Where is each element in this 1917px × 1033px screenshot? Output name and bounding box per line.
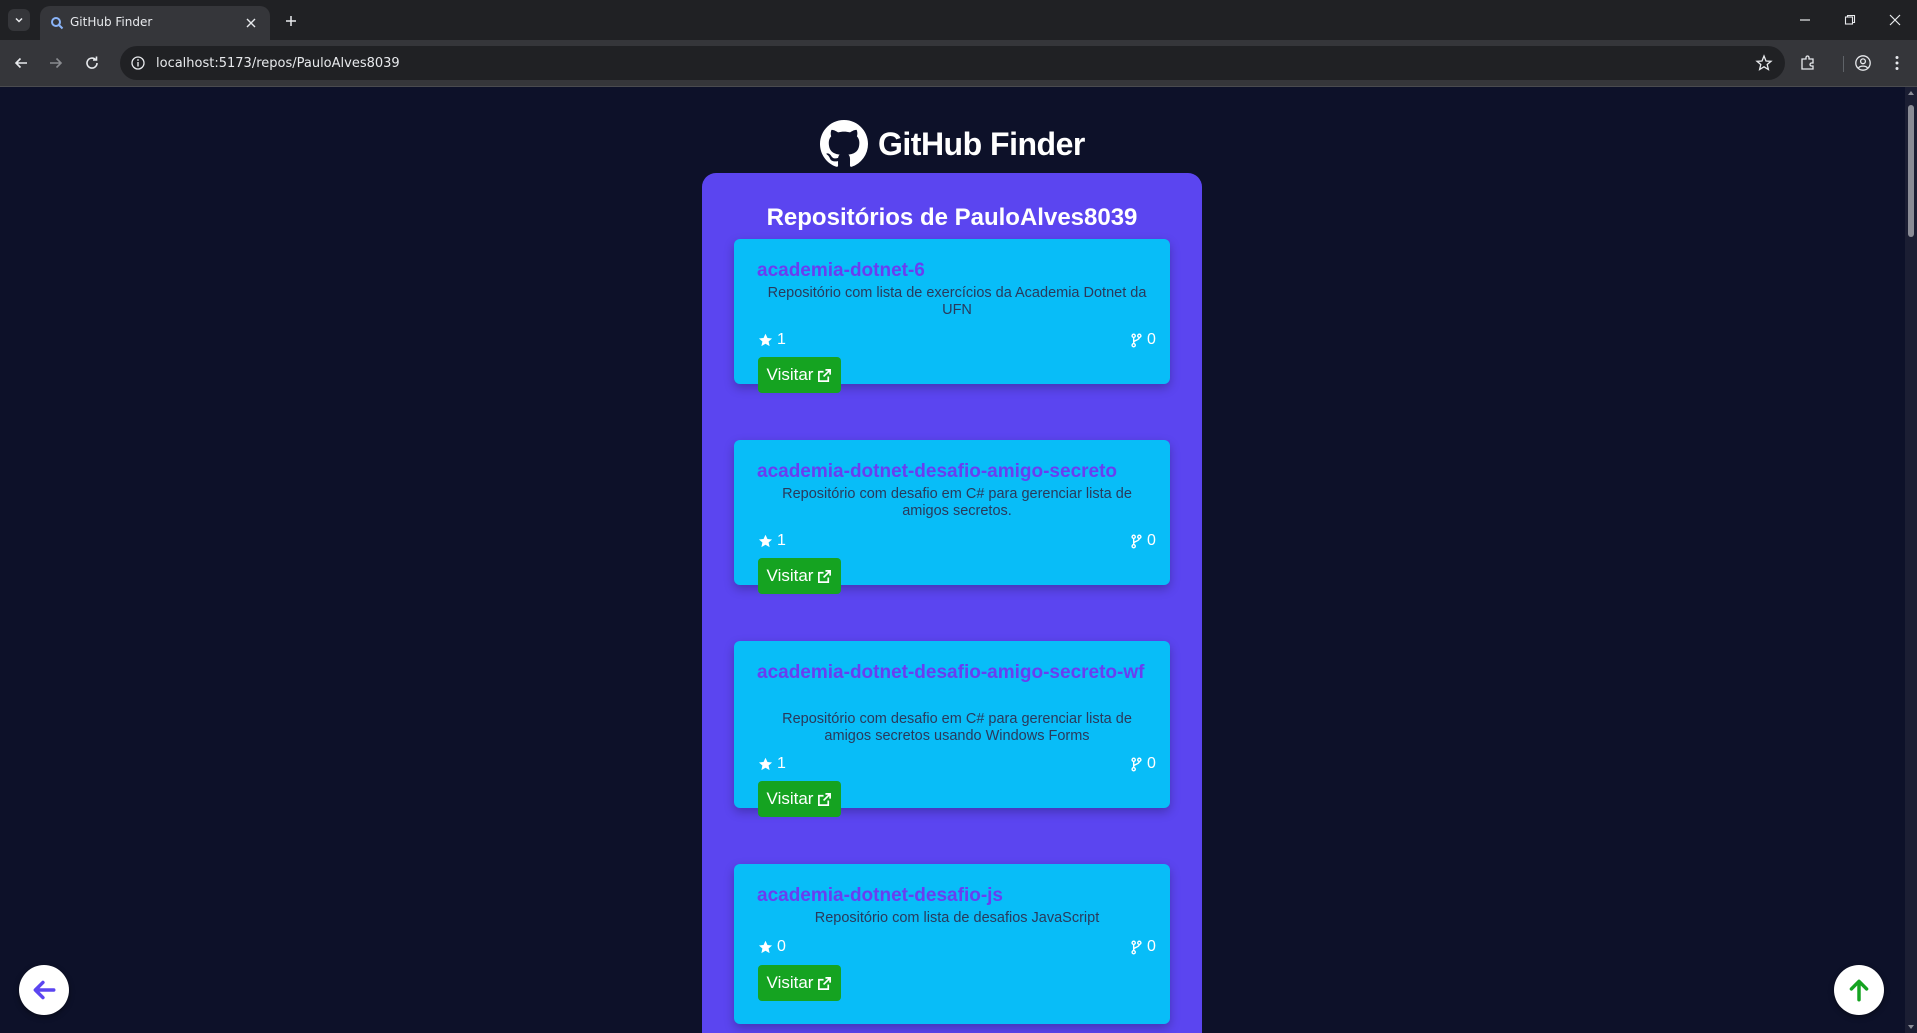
fork-icon: [1131, 534, 1142, 548]
reload-icon: [86, 56, 98, 69]
repo-name[interactable]: academia-dotnet-desafio-js: [757, 884, 1157, 907]
forks-count: 0: [1130, 532, 1156, 550]
forks-count: 0: [1130, 938, 1156, 956]
repo-card: academia-dotnet-6 Repositório com lista …: [734, 239, 1170, 393]
back-fab-button[interactable]: [19, 965, 69, 1015]
bookmark-star-icon[interactable]: [1755, 54, 1773, 72]
chevron-down-icon: [15, 17, 23, 23]
repo-description: Repositório com lista de desafios JavaSc…: [814, 910, 1100, 926]
external-link-icon: [818, 976, 832, 990]
stars-value: 1: [777, 331, 786, 348]
close-icon: [246, 18, 256, 28]
repo-name[interactable]: academia-dotnet-desafio-amigo-secreto-wf: [757, 661, 1157, 684]
scroll-down-arrow-icon[interactable]: [1907, 1023, 1915, 1031]
github-icon: [820, 120, 868, 167]
repo-card: academia-dotnet-desafio-js Repositório c…: [734, 864, 1170, 1024]
repo-description: Repositório com lista de exercícios da A…: [767, 285, 1147, 318]
profile-button[interactable]: [1852, 52, 1874, 74]
close-icon: [1889, 14, 1901, 26]
arrow-right-icon: [50, 57, 63, 69]
external-link-icon: [818, 368, 832, 382]
scroll-top-button[interactable]: [1834, 965, 1884, 1015]
scrollbar-thumb[interactable]: [1908, 105, 1914, 237]
fork-icon: [1131, 333, 1142, 347]
browser-tab[interactable]: GitHub Finder: [40, 6, 270, 40]
url-text[interactable]: localhost:5173/repos/PauloAlves8039: [156, 56, 400, 71]
restore-button[interactable]: [1838, 8, 1862, 32]
repos-heading: Repositórios de PauloAlves8039: [766, 204, 1138, 231]
visit-button[interactable]: Visitar: [758, 965, 841, 1001]
forks-value: 0: [1147, 331, 1156, 348]
stars-count: 1: [758, 755, 786, 773]
fork-icon: [1131, 757, 1142, 771]
forks-value: 0: [1147, 755, 1156, 772]
visit-label: Visitar: [766, 566, 814, 585]
visit-button[interactable]: Visitar: [758, 781, 841, 817]
plus-icon: [286, 16, 296, 26]
site-info-icon[interactable]: [130, 55, 146, 71]
browser-chrome: GitHub Finder localhost:5173/repos/Paulo…: [0, 0, 1917, 87]
repo-name[interactable]: academia-dotnet-6: [757, 259, 1157, 282]
kebab-menu-icon: [1895, 56, 1899, 70]
forks-count: 0: [1130, 331, 1156, 349]
tab-title: GitHub Finder: [70, 15, 153, 29]
browser-toolbar: localhost:5173/repos/PauloAlves8039: [0, 40, 1917, 87]
app-title: GitHub Finder: [878, 125, 1085, 162]
browser-menu-button[interactable]: [1886, 52, 1908, 74]
arrow-up-icon: [1849, 979, 1869, 1002]
back-button[interactable]: [8, 50, 34, 76]
stars-count: 1: [758, 532, 786, 550]
forks-count: 0: [1130, 755, 1156, 773]
stars-value: 1: [777, 755, 786, 772]
fork-icon: [1131, 940, 1142, 954]
repo-description: Repositório com desafio em C# para geren…: [782, 711, 1132, 744]
toolbar-separator: [1843, 56, 1844, 72]
visit-label: Visitar: [766, 789, 814, 808]
minimize-icon: [1800, 19, 1810, 21]
scroll-up-arrow-icon[interactable]: [1907, 89, 1915, 97]
arrow-left-icon: [14, 57, 27, 69]
repo-name[interactable]: academia-dotnet-desafio-amigo-secreto: [757, 460, 1157, 483]
address-bar[interactable]: localhost:5173/repos/PauloAlves8039: [120, 46, 1785, 80]
window-close-button[interactable]: [1883, 8, 1907, 32]
tab-search-button[interactable]: [8, 9, 30, 31]
restore-icon: [1844, 14, 1856, 25]
tab-strip: GitHub Finder: [0, 0, 1917, 40]
stars-count: 0: [758, 938, 786, 956]
repos-panel: Repositórios de PauloAlves8039 academia-…: [702, 173, 1202, 1033]
forks-value: 0: [1147, 938, 1156, 955]
reload-button[interactable]: [79, 50, 105, 76]
star-icon: [758, 940, 773, 953]
star-icon: [758, 534, 773, 547]
visit-button[interactable]: Visitar: [758, 558, 841, 594]
visit-label: Visitar: [766, 973, 814, 992]
repo-description: Repositório com desafio em C# para geren…: [782, 486, 1132, 519]
arrow-left-icon: [33, 980, 56, 1000]
forks-value: 0: [1147, 532, 1156, 549]
stars-count: 1: [758, 331, 786, 349]
repo-card: academia-dotnet-desafio-amigo-secreto Re…: [734, 440, 1170, 594]
visit-button[interactable]: Visitar: [758, 357, 841, 393]
external-link-icon: [818, 792, 832, 806]
tab-close-button[interactable]: [242, 14, 260, 32]
stars-value: 0: [777, 938, 786, 955]
forward-button[interactable]: [43, 50, 69, 76]
repo-card: academia-dotnet-desafio-amigo-secreto-wf…: [734, 641, 1170, 817]
new-tab-button[interactable]: [280, 10, 302, 32]
page-viewport: GitHub Finder Repositórios de PauloAlves…: [0, 87, 1905, 1033]
minimize-button[interactable]: [1793, 8, 1817, 32]
account-icon: [1855, 55, 1871, 71]
app-header: GitHub Finder: [820, 119, 1085, 169]
extensions-button[interactable]: [1797, 52, 1819, 74]
favicon-search-icon: [51, 17, 64, 30]
star-icon: [758, 757, 773, 770]
star-icon: [758, 333, 773, 346]
visit-label: Visitar: [766, 365, 814, 384]
stars-value: 1: [777, 532, 786, 549]
external-link-icon: [818, 569, 832, 583]
puzzle-icon: [1801, 55, 1814, 70]
page-scrollbar[interactable]: [1905, 87, 1917, 1033]
